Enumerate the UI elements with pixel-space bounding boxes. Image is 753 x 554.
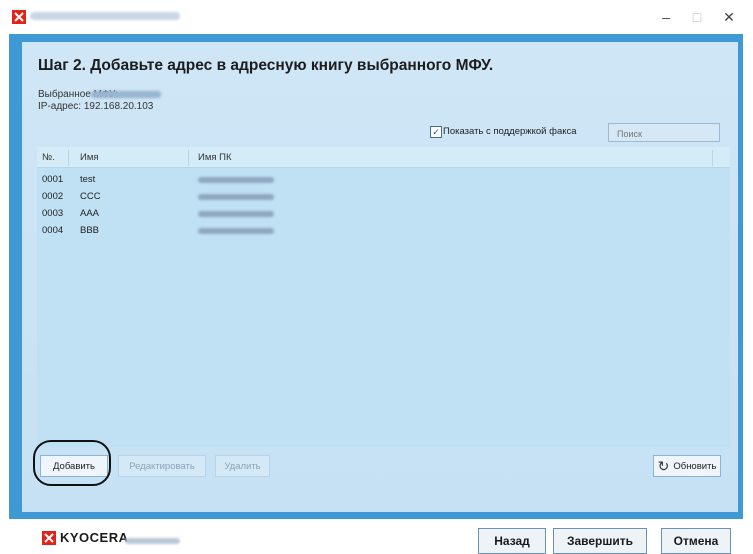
row-number: 0004 (42, 225, 64, 236)
back-button[interactable]: Назад (478, 528, 546, 554)
column-number[interactable]: №. (42, 152, 55, 163)
ip-address-label: IP-адрес: 192.168.20.103 (38, 101, 154, 112)
column-divider (188, 150, 189, 166)
cancel-button[interactable]: Отмена (661, 528, 731, 554)
kyocera-logo: KYOCERA (42, 530, 129, 545)
table-row[interactable]: 0001 test (37, 172, 730, 188)
search-input[interactable] (608, 123, 720, 142)
refresh-label: Обновить (673, 460, 717, 472)
app-icon (12, 10, 26, 24)
row-pc-name-redacted (198, 194, 274, 200)
version-redacted (125, 538, 180, 544)
row-pc-name-redacted (198, 228, 274, 234)
row-number: 0003 (42, 208, 64, 219)
delete-button[interactable]: Удалить (215, 455, 270, 477)
fax-checkbox-label[interactable]: Показать с поддержкой факса (443, 126, 577, 137)
logo-text: KYOCERA (60, 530, 129, 545)
row-name: test (80, 174, 96, 185)
kyocera-mark-icon (42, 530, 56, 545)
edit-button[interactable]: Редактировать (118, 455, 206, 477)
page-title: Шаг 2. Добавьте адрес в адресную книгу в… (38, 57, 494, 74)
callout-highlight-ring (33, 440, 111, 486)
row-number: 0002 (42, 191, 64, 202)
table-row[interactable]: 0003 AAA (37, 206, 730, 222)
table-row[interactable]: 0002 CCC (37, 189, 730, 205)
refresh-icon: ↻ (657, 458, 670, 474)
finish-button[interactable]: Завершить (553, 528, 647, 554)
maximize-button[interactable]: □ (683, 5, 711, 29)
table-header (37, 147, 730, 168)
fax-checkbox[interactable]: ✓ (430, 126, 442, 138)
row-pc-name-redacted (198, 211, 274, 217)
row-name: CCC (80, 191, 101, 202)
row-name: AAA (80, 208, 100, 219)
window-title-redacted (30, 12, 180, 20)
selected-mfp-value-redacted (91, 91, 161, 98)
column-name[interactable]: Имя (80, 152, 99, 163)
minimize-button[interactable]: – (652, 5, 680, 29)
row-name: BBB (80, 225, 100, 236)
close-button[interactable]: ✕ (715, 5, 743, 29)
column-divider (712, 150, 713, 166)
column-divider (68, 150, 69, 166)
refresh-button[interactable]: ↻ Обновить (653, 455, 721, 477)
table-row[interactable]: 0004 BBB (37, 223, 730, 239)
row-pc-name-redacted (198, 177, 274, 183)
column-pc-name[interactable]: Имя ПК (198, 152, 232, 163)
row-number: 0001 (42, 174, 64, 185)
